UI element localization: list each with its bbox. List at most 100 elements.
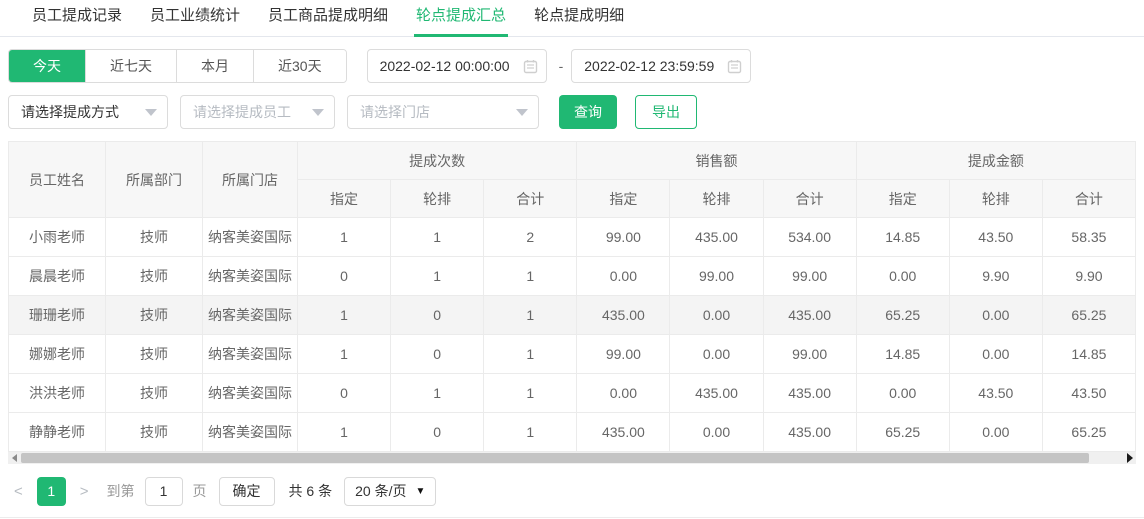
column-header: 所属门店 (202, 141, 298, 218)
quick-range-button[interactable]: 近30天 (253, 50, 346, 82)
quick-range-group: 今天 近七天 本月 近30天 (8, 49, 347, 83)
table-cell: 0.00 (855, 256, 950, 296)
filter-select-value: 请选择门店 (360, 104, 430, 120)
table-row: 静静老师 技师 纳客美姿国际 1 0 1 435.00 0.00 435.00 65.25 0.00… (8, 412, 1137, 452)
tab-item[interactable]: 轮点提成明细 (532, 4, 626, 36)
table-cell: 99.00 (762, 334, 857, 374)
table-cell: 0.00 (948, 412, 1043, 452)
table-cell: 技师 (105, 412, 203, 452)
table-cell: 1 (390, 373, 485, 413)
table-body: 小雨老师 技师 纳客美姿国际 1 1 2 99.00 435.00 534.00 14.85 43.… (8, 217, 1137, 452)
group-header: 提成金额 (855, 141, 1137, 180)
quick-range-button[interactable]: 今天 (9, 50, 85, 82)
scroll-left-arrow-icon[interactable] (8, 452, 21, 464)
table-cell: 纳客美姿国际 (202, 217, 298, 257)
select-filter-row: 请选择提成方式 请选择提成员工 请选择门店 查询 导出 (8, 95, 1136, 129)
table-cell: 0.00 (669, 295, 764, 335)
sub-column-header: 合计 (762, 179, 857, 218)
table-cell: 1 (296, 295, 392, 335)
scrollbar-thumb[interactable] (21, 453, 1089, 463)
table-cell: 0.00 (948, 295, 1043, 335)
table-cell: 9.90 (1041, 256, 1137, 296)
table-cell: 99.00 (762, 256, 857, 296)
table-cell: 99.00 (576, 217, 671, 257)
page-size-select[interactable]: 20 条/页 ▼ (344, 476, 437, 506)
table-cell: 静静老师 (8, 412, 106, 452)
page-size-value: 20 条/页 (355, 483, 407, 499)
table-cell: 小雨老师 (8, 217, 106, 257)
table-cell: 洪洪老师 (8, 373, 106, 413)
tab-item[interactable]: 员工业绩统计 (148, 4, 242, 36)
page-size-caret-icon: ▼ (415, 485, 426, 497)
table-cell: 14.85 (1041, 334, 1137, 374)
sub-column-header: 指定 (576, 179, 671, 218)
date-filter-row: 今天 近七天 本月 近30天 2022-02-12 00:00:00 - 2022-0… (8, 49, 1136, 83)
table-cell: 65.25 (1041, 295, 1137, 335)
current-page-button[interactable]: 1 (36, 476, 66, 506)
group-header: 销售额 (576, 141, 857, 180)
bottom-divider (0, 517, 1144, 518)
calendar-icon (523, 59, 537, 73)
table-row: 洪洪老师 技师 纳客美姿国际 0 1 1 0.00 435.00 435.00 0.00 43.50… (8, 373, 1137, 413)
tab-item[interactable]: 员工商品提成明细 (266, 4, 390, 36)
scroll-right-arrow-icon[interactable] (1123, 452, 1136, 464)
table-cell: 58.35 (1041, 217, 1137, 257)
sub-column-header: 轮排 (948, 179, 1043, 218)
table-cell: 65.25 (855, 295, 950, 335)
table-cell: 1 (296, 412, 392, 452)
table-cell: 1 (483, 295, 578, 335)
table-cell: 14.85 (855, 217, 950, 257)
table-cell: 65.25 (1041, 412, 1137, 452)
table-cell: 43.50 (948, 217, 1043, 257)
table-cell: 0.00 (669, 412, 764, 452)
table-header-row: 员工姓名 所属部门 所属门店 提成次数 销售额 提成金额 (8, 141, 1137, 218)
pagination-bar: < 1 > 到第 页 确定 共 6 条 20 条/页 ▼ (8, 475, 1136, 507)
table-cell: 技师 (105, 334, 203, 374)
goto-page-input[interactable] (144, 476, 183, 506)
date-range-separator: - (558, 58, 564, 74)
tab-bar: 员工提成记录 员工业绩统计 员工商品提成明细 轮点提成汇总 轮点提成明细 (0, 0, 1144, 37)
table-cell: 43.50 (1041, 373, 1137, 413)
table-cell: 1 (483, 373, 578, 413)
confirm-page-button[interactable]: 确定 (218, 476, 275, 506)
table-cell: 1 (483, 334, 578, 374)
table-cell: 0 (390, 295, 485, 335)
date-from-input[interactable]: 2022-02-12 00:00:00 (366, 49, 547, 83)
table-cell: 娜娜老师 (8, 334, 106, 374)
date-to-value: 2022-02-12 23:59:59 (584, 58, 715, 74)
table-cell: 0 (390, 412, 485, 452)
filter-select[interactable]: 请选择提成方式 (8, 95, 168, 129)
table-cell: 435.00 (762, 412, 857, 452)
table-cell: 0 (390, 334, 485, 374)
next-page-icon[interactable]: > (74, 483, 95, 500)
table-row: 珊珊老师 技师 纳客美姿国际 1 0 1 435.00 0.00 435.00 65.25 0.00… (8, 295, 1137, 335)
filter-select[interactable]: 请选择门店 (347, 95, 539, 129)
filter-select[interactable]: 请选择提成员工 (180, 95, 335, 129)
table-cell: 435.00 (576, 412, 671, 452)
table-cell: 纳客美姿国际 (202, 334, 298, 374)
table-cell: 0.00 (855, 373, 950, 413)
date-to-input[interactable]: 2022-02-12 23:59:59 (571, 49, 752, 83)
sub-column-header: 轮排 (669, 179, 764, 218)
table-cell: 纳客美姿国际 (202, 373, 298, 413)
calendar-icon (728, 59, 742, 73)
horizontal-scrollbar[interactable] (8, 452, 1136, 464)
table-cell: 纳客美姿国际 (202, 295, 298, 335)
chevron-down-icon (312, 108, 324, 116)
total-count-label: 共 6 条 (288, 483, 333, 499)
sub-column-header: 合计 (1041, 179, 1137, 218)
date-from-value: 2022-02-12 00:00:00 (379, 58, 510, 74)
sub-column-header: 合计 (483, 179, 578, 218)
sub-column-header: 轮排 (390, 179, 485, 218)
search-button[interactable]: 查询 (559, 95, 617, 129)
filter-select-value: 请选择提成员工 (193, 104, 291, 120)
table-cell: 0.00 (669, 334, 764, 374)
prev-page-icon[interactable]: < (8, 483, 29, 500)
table-row: 晨晨老师 技师 纳客美姿国际 0 1 1 0.00 99.00 99.00 0.00 9.90 9.9… (8, 256, 1137, 296)
export-button[interactable]: 导出 (635, 95, 697, 129)
quick-range-button[interactable]: 本月 (176, 50, 253, 82)
tab-item[interactable]: 员工提成记录 (30, 4, 124, 36)
tab-item[interactable]: 轮点提成汇总 (414, 4, 509, 37)
quick-range-button[interactable]: 近七天 (85, 50, 176, 82)
commission-summary-table: 员工姓名 所属部门 所属门店 提成次数 销售额 提成金额 指定 轮排 合计 指定 轮排 合计 指定 轮排合… (8, 141, 1137, 452)
